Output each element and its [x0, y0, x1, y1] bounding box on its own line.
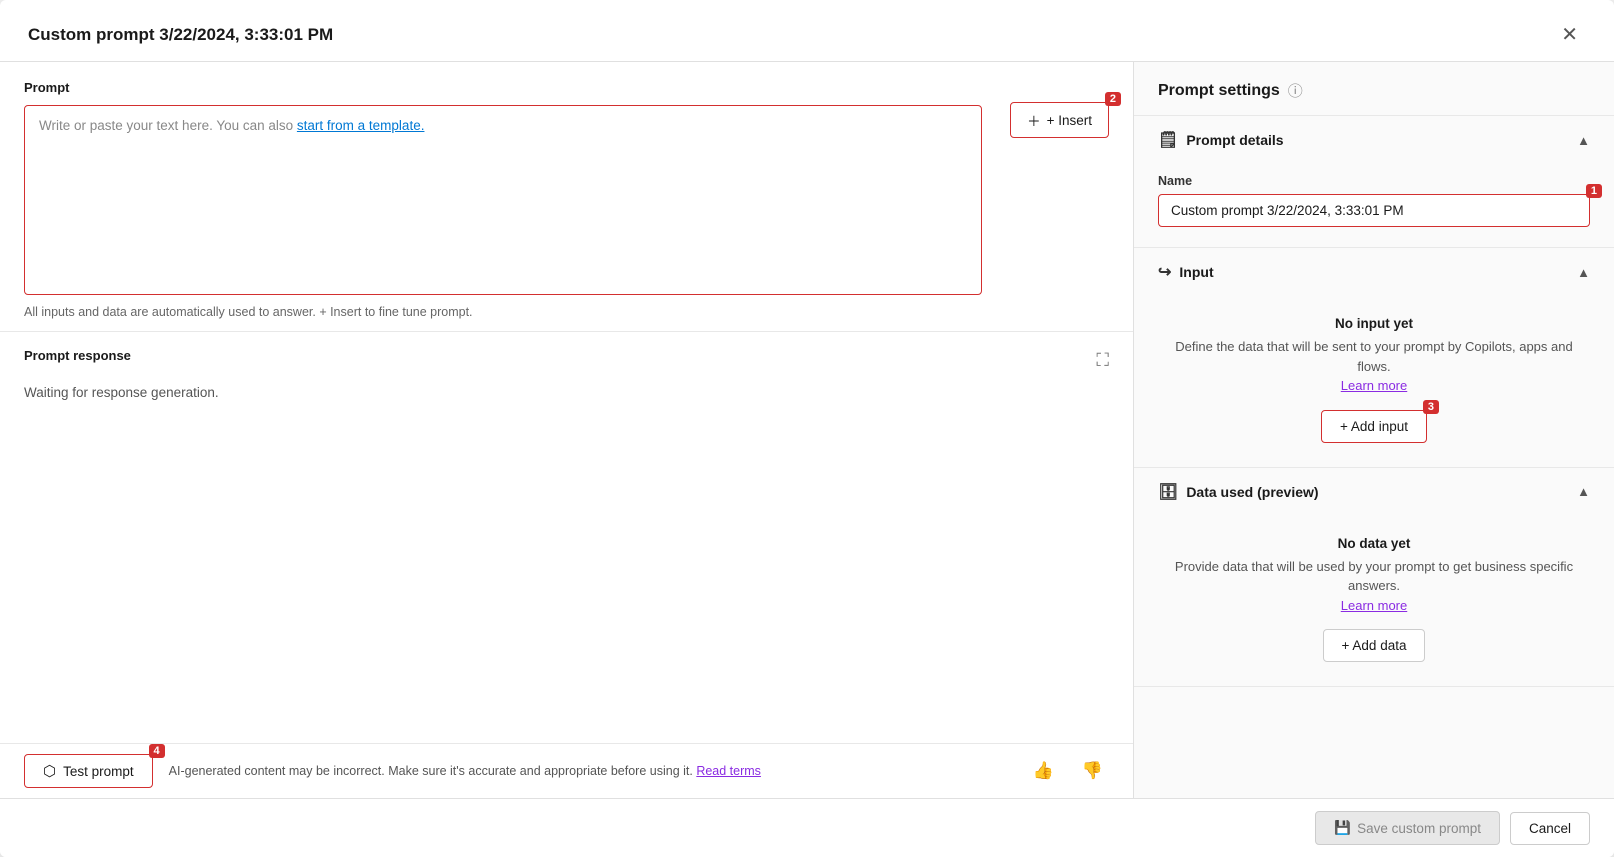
no-input-desc: Define the data that will be sent to you…	[1158, 337, 1590, 396]
data-used-section: 🗄 Data used (preview) ▲ No data yet Prov…	[1134, 468, 1614, 688]
insert-badge: 2	[1105, 92, 1121, 106]
dialog-footer: 💾 Save custom prompt Cancel	[0, 798, 1614, 857]
add-input-button[interactable]: + Add input	[1321, 410, 1427, 443]
prompt-section: Prompt Write or paste your text here. Yo…	[0, 62, 1133, 332]
bottom-note: AI-generated content may be incorrect. M…	[169, 764, 1011, 778]
add-data-button[interactable]: + Add data	[1323, 629, 1426, 662]
add-input-badge: 3	[1423, 400, 1439, 414]
thumbs-down-button[interactable]: 👎	[1076, 757, 1109, 785]
test-badge: 4	[149, 744, 165, 758]
response-header: Prompt response ⛶	[24, 348, 1109, 373]
no-data-content: No data yet Provide data that will be us…	[1158, 526, 1590, 667]
left-panel: Prompt Write or paste your text here. Yo…	[0, 62, 1134, 798]
response-label: Prompt response	[24, 348, 131, 363]
prompt-placeholder: Write or paste your text here. You can a…	[39, 118, 424, 133]
save-custom-prompt-button: 💾 Save custom prompt	[1315, 811, 1500, 845]
prompt-textarea[interactable]: Write or paste your text here. You can a…	[24, 105, 982, 295]
info-icon[interactable]: ⓘ	[1288, 80, 1303, 101]
data-used-body: No data yet Provide data that will be us…	[1134, 516, 1614, 687]
name-input[interactable]	[1158, 194, 1590, 227]
input-learn-more-link[interactable]: Learn more	[1341, 378, 1407, 393]
read-terms-link[interactable]: Read terms	[696, 764, 761, 778]
insert-plus-icon: ＋	[1027, 110, 1041, 130]
dialog-title: Custom prompt 3/22/2024, 3:33:01 PM	[28, 25, 333, 45]
data-used-header[interactable]: 🗄 Data used (preview) ▲	[1134, 468, 1614, 516]
thumbs-up-button[interactable]: 👍	[1027, 757, 1060, 785]
prompt-details-title: 🗒 Prompt details	[1158, 130, 1284, 150]
dialog-header: Custom prompt 3/22/2024, 3:33:01 PM ✕	[0, 0, 1614, 62]
prompt-label: Prompt	[24, 80, 982, 95]
response-section: Prompt response ⛶ Waiting for response g…	[0, 332, 1133, 743]
data-used-icon: 🗄	[1158, 482, 1178, 502]
dialog: Custom prompt 3/22/2024, 3:33:01 PM ✕ Pr…	[0, 0, 1614, 857]
name-badge: 1	[1586, 184, 1602, 198]
data-used-chevron: ▲	[1577, 484, 1590, 499]
test-prompt-button[interactable]: ⬡ Test prompt	[24, 754, 153, 788]
prompt-settings-header: Prompt settings ⓘ	[1134, 62, 1614, 116]
response-text: Waiting for response generation.	[24, 385, 1109, 400]
prompt-details-header[interactable]: 🗒 Prompt details ▲	[1134, 116, 1614, 164]
name-field-wrap: 1	[1158, 194, 1590, 227]
input-header[interactable]: ↪ Input ▲	[1134, 248, 1614, 296]
close-button[interactable]: ✕	[1553, 18, 1586, 51]
right-panel: Prompt settings ⓘ 🗒 Prompt details ▲ Nam…	[1134, 62, 1614, 798]
data-learn-more-link[interactable]: Learn more	[1341, 598, 1407, 613]
input-section: ↪ Input ▲ No input yet Define the data t…	[1134, 248, 1614, 468]
expand-icon[interactable]: ⛶	[1096, 350, 1109, 371]
prompt-details-chevron: ▲	[1577, 133, 1590, 148]
add-input-wrap: + Add input 3	[1321, 410, 1427, 443]
prompt-top: Prompt Write or paste your text here. Yo…	[24, 80, 1109, 295]
cancel-button[interactable]: Cancel	[1510, 812, 1590, 845]
dialog-body: Prompt Write or paste your text here. Yo…	[0, 62, 1614, 798]
name-field-label: Name	[1158, 174, 1590, 188]
save-icon: 💾	[1334, 820, 1351, 836]
data-used-title: 🗄 Data used (preview)	[1158, 482, 1319, 502]
no-data-title: No data yet	[1338, 536, 1411, 551]
prompt-details-section: 🗒 Prompt details ▲ Name 1	[1134, 116, 1614, 248]
no-data-desc: Provide data that will be used by your p…	[1158, 557, 1590, 616]
test-icon: ⬡	[43, 762, 56, 780]
prompt-settings-title: Prompt settings	[1158, 82, 1280, 100]
insert-button[interactable]: ＋ + Insert	[1010, 102, 1109, 138]
start-from-template-link[interactable]: start from a template.	[297, 118, 425, 133]
input-body: No input yet Define the data that will b…	[1134, 296, 1614, 467]
input-chevron: ▲	[1577, 265, 1590, 280]
input-title: ↪ Input	[1158, 262, 1214, 282]
input-icon: ↪	[1158, 262, 1171, 282]
prompt-details-icon: 🗒	[1158, 130, 1178, 150]
no-input-content: No input yet Define the data that will b…	[1158, 306, 1590, 447]
prompt-footer-note: All inputs and data are automatically us…	[24, 305, 1109, 319]
test-prompt-wrap: ⬡ Test prompt 4	[24, 754, 153, 788]
bottom-bar: ⬡ Test prompt 4 AI-generated content may…	[0, 743, 1133, 798]
no-input-title: No input yet	[1335, 316, 1413, 331]
prompt-details-body: Name 1	[1134, 164, 1614, 247]
